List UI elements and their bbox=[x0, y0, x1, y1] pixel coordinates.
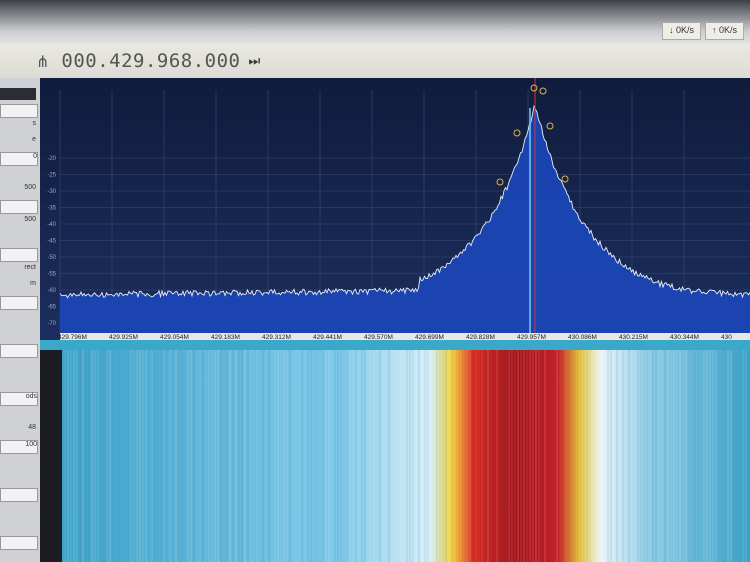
panel-control[interactable]: rect bbox=[0, 264, 36, 276]
panel-control[interactable] bbox=[0, 248, 38, 262]
y-tick-label: -20 bbox=[47, 156, 56, 162]
panel-control[interactable] bbox=[0, 488, 38, 502]
panel-control[interactable]: 500 bbox=[0, 184, 36, 196]
panel-control[interactable]: m bbox=[0, 280, 36, 292]
panel-control[interactable]: 500 bbox=[0, 216, 36, 228]
y-tick-label: -50 bbox=[47, 255, 56, 261]
waterfall-scale bbox=[40, 350, 62, 562]
panel-control[interactable] bbox=[0, 232, 36, 244]
left-control-panel: s e 0 500 500 rect m ods 48 100 bbox=[0, 78, 41, 562]
panel-control[interactable]: s bbox=[0, 120, 37, 132]
panel-control[interactable] bbox=[0, 472, 36, 484]
window-top-bar: ↓ 0K/s ↑ 0K/s bbox=[0, 0, 750, 44]
panel-control[interactable] bbox=[0, 104, 38, 118]
tune-icon[interactable]: ⋔ bbox=[36, 52, 49, 71]
spectrum-plot[interactable]: -20-25-30-35-40-45-50-55-60-65-70 429.79… bbox=[40, 78, 750, 340]
panel-control[interactable]: 0 bbox=[0, 152, 38, 166]
status-area: ↓ 0K/s ↑ 0K/s bbox=[661, 22, 744, 40]
panel-control[interactable]: 48 bbox=[0, 424, 36, 436]
y-tick-label: -70 bbox=[47, 321, 56, 327]
frequency-bar: ⋔ 000.429.968.000 ⏭ bbox=[0, 44, 750, 79]
y-tick-label: -45 bbox=[47, 239, 56, 245]
panel-control[interactable] bbox=[0, 536, 38, 550]
panel-control[interactable]: ods bbox=[0, 392, 38, 406]
panel-control[interactable] bbox=[0, 360, 36, 372]
waterfall-display[interactable] bbox=[40, 340, 750, 562]
panel-control[interactable] bbox=[0, 376, 36, 388]
panel-control[interactable]: 100 bbox=[0, 440, 38, 454]
y-tick-label: -40 bbox=[47, 222, 56, 228]
y-tick-label: -35 bbox=[47, 206, 56, 212]
panel-control[interactable] bbox=[0, 88, 36, 100]
panel-control[interactable] bbox=[0, 408, 36, 420]
panel-control[interactable] bbox=[0, 328, 36, 340]
upload-rate: ↑ 0K/s bbox=[704, 22, 744, 40]
panel-control[interactable] bbox=[0, 344, 38, 358]
y-tick-label: -55 bbox=[47, 272, 56, 278]
panel-control[interactable] bbox=[0, 312, 36, 324]
panel-control[interactable] bbox=[0, 456, 36, 468]
y-tick-label: -30 bbox=[47, 189, 56, 195]
frequency-display[interactable]: 000.429.968.000 bbox=[61, 50, 240, 72]
panel-control[interactable] bbox=[0, 504, 36, 516]
panel-control[interactable] bbox=[0, 168, 36, 180]
skip-forward-icon[interactable]: ⏭ bbox=[249, 54, 261, 69]
y-tick-label: -25 bbox=[47, 173, 56, 179]
panel-control[interactable] bbox=[0, 200, 38, 214]
y-tick-label: -60 bbox=[47, 288, 56, 294]
y-tick-label: -65 bbox=[47, 305, 56, 311]
panel-control[interactable] bbox=[0, 520, 36, 532]
panel-control[interactable]: e bbox=[0, 136, 36, 148]
download-rate: ↓ 0K/s bbox=[661, 22, 701, 40]
panel-control[interactable] bbox=[0, 296, 38, 310]
